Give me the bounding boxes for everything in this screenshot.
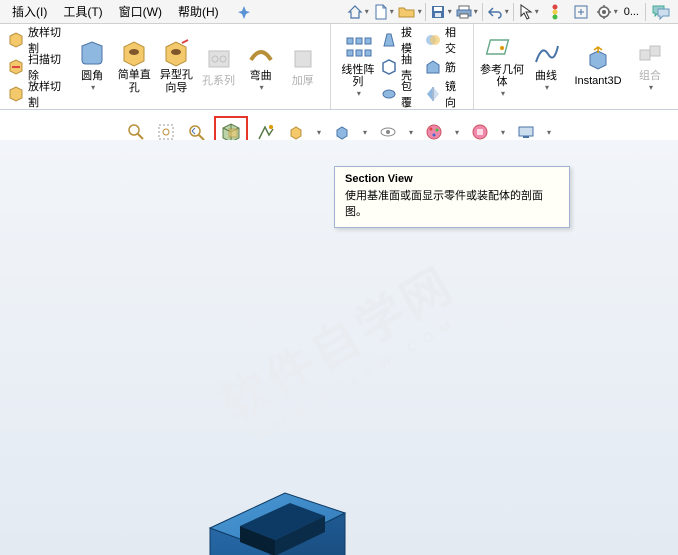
label: 相交: [445, 24, 465, 56]
label: 筋: [445, 59, 456, 75]
label: 线性阵列: [337, 64, 379, 88]
ref-geometry-button[interactable]: 参考几何体▾: [480, 26, 524, 107]
label: 放样切割: [28, 78, 69, 110]
rebuild-icon[interactable]: [568, 2, 594, 22]
label: 孔系列: [202, 75, 235, 87]
assemble-button: 组合▾: [628, 26, 672, 107]
undo-icon[interactable]: ▾: [485, 2, 511, 22]
menu-bar: 插入(I) 工具(T) 窗口(W) 帮助(H) ▾ ▾ ▾ ▾ ▾ ▾ ▾ ▾ …: [0, 0, 678, 24]
label: 简单直孔: [113, 69, 155, 93]
fillet-button[interactable]: 圆角▾: [71, 26, 113, 107]
section-view-tooltip: Section View 使用基准面或面显示零件或装配体的剖面图。: [334, 166, 570, 228]
shell-button[interactable]: 抽壳: [379, 55, 423, 79]
sweep-cut-icon: [8, 59, 24, 75]
tooltip-body: 使用基准面或面显示零件或装配体的剖面图。: [345, 187, 559, 219]
bend-icon: [247, 40, 275, 68]
label: 参考几何体: [480, 64, 524, 88]
wrap-button[interactable]: 包覆: [379, 82, 423, 106]
hole-series-icon: [205, 45, 233, 73]
save-icon[interactable]: ▾: [428, 2, 454, 22]
instant3d-button[interactable]: Instant3D: [568, 26, 628, 107]
pin-icon[interactable]: [237, 5, 251, 19]
model-3d: [130, 498, 430, 555]
open-icon[interactable]: ▾: [397, 2, 423, 22]
home-icon[interactable]: ▾: [345, 2, 371, 22]
hole-wizard-button[interactable]: 异型孔向导: [155, 26, 197, 107]
draft-button[interactable]: 拔模: [379, 28, 423, 52]
select-icon[interactable]: ▾: [516, 2, 542, 22]
hole-wizard-icon: [162, 39, 190, 67]
chat-icon[interactable]: [648, 2, 674, 22]
menu-window[interactable]: 窗口(W): [111, 1, 170, 22]
label: 组合: [639, 70, 661, 82]
mirror-icon: [425, 86, 441, 102]
thicken-icon: [289, 45, 317, 73]
features-group-3: 参考几何体▾ 曲线▾ Instant3D 组合▾: [474, 24, 678, 109]
print-icon[interactable]: ▾: [454, 2, 480, 22]
menu-tools[interactable]: 工具(T): [55, 1, 110, 22]
label: 镜向: [445, 78, 465, 110]
instant3d-icon: [584, 45, 612, 73]
shell-icon: [381, 59, 397, 75]
draft-icon: [381, 32, 397, 48]
features-group-1: 放样切割 扫描切除 放样切割 圆角▾ 简单直孔 异型孔向导 孔系列: [0, 24, 331, 109]
curves-button[interactable]: 曲线▾: [524, 26, 568, 107]
watermark: 软件自学网 WWW.RJZXW.COM: [205, 245, 473, 449]
rib-button[interactable]: 筋: [423, 55, 467, 79]
viewport[interactable]: 软件自学网 WWW.RJZXW.COM Section View 使用基准面或面…: [0, 140, 678, 555]
features-group-2: 线性阵列▾ 拔模 抽壳 包覆 相交 筋 镜向: [331, 24, 474, 109]
rib-icon: [425, 59, 441, 75]
menu-help[interactable]: 帮助(H): [170, 1, 227, 22]
ref-geometry-icon: [488, 34, 516, 62]
extrude-cut-button[interactable]: 放样切割: [6, 28, 71, 52]
label: 弯曲: [250, 70, 272, 82]
label: 包覆: [401, 78, 421, 110]
linear-pattern-button[interactable]: 线性阵列▾: [337, 26, 379, 107]
intersect-button[interactable]: 相交: [423, 28, 467, 52]
intersect-icon: [425, 32, 441, 48]
label: 异型孔向导: [155, 69, 197, 93]
new-doc-icon[interactable]: ▾: [371, 2, 397, 22]
curves-icon: [532, 40, 560, 68]
simple-hole-icon: [120, 39, 148, 67]
tooltip-title: Section View: [345, 173, 559, 185]
label: 加厚: [292, 75, 314, 87]
thicken-button: 加厚: [282, 26, 324, 107]
label: 圆角: [81, 70, 103, 82]
label: 曲线: [535, 70, 557, 82]
fillet-icon: [78, 40, 106, 68]
bend-button[interactable]: 弯曲▾: [240, 26, 282, 107]
options-icon[interactable]: ▾: [594, 2, 620, 22]
extrude-cut-icon: [8, 32, 24, 48]
hole-series-button: 孔系列: [197, 26, 239, 107]
loft-cut-button[interactable]: 放样切割: [6, 82, 71, 106]
linear-pattern-icon: [344, 34, 372, 62]
quick-zero[interactable]: 0...: [620, 2, 643, 22]
wrap-icon: [381, 86, 397, 102]
sweep-cut-button[interactable]: 扫描切除: [6, 55, 71, 79]
loft-cut-icon: [8, 86, 24, 102]
simple-hole-button[interactable]: 简单直孔: [113, 26, 155, 107]
label: Instant3D: [574, 75, 621, 87]
traffic-light-icon[interactable]: [542, 2, 568, 22]
mirror-button[interactable]: 镜向: [423, 82, 467, 106]
ribbon: 放样切割 扫描切除 放样切割 圆角▾ 简单直孔 异型孔向导 孔系列: [0, 24, 678, 110]
menu-insert[interactable]: 插入(I): [4, 1, 55, 22]
assemble-icon: [636, 40, 664, 68]
